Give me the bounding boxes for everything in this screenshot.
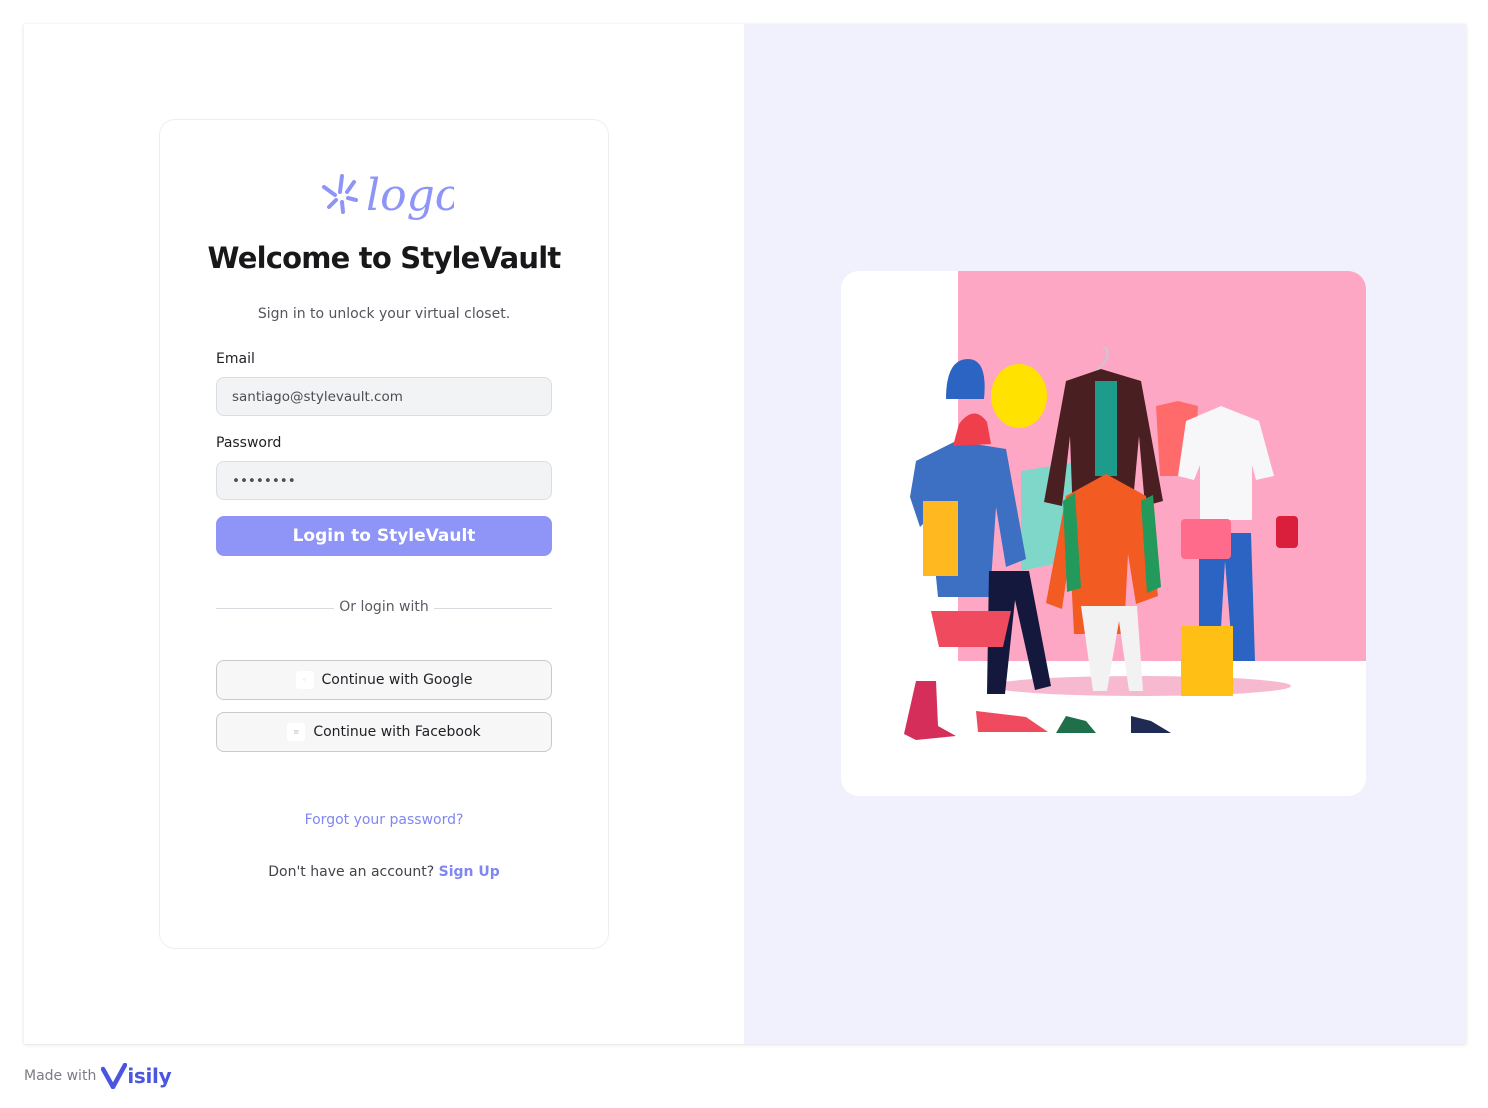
- google-button-label: Continue with Google: [321, 672, 473, 688]
- login-card: logo Welcome to StyleVault Sign in to un…: [159, 119, 609, 949]
- divider-line-right: [434, 608, 552, 609]
- divider-text: Or login with: [339, 599, 429, 615]
- page-title: Welcome to StyleVault: [207, 241, 562, 275]
- email-label: Email: [216, 351, 255, 367]
- yellow-shopping-bag: [1181, 626, 1233, 696]
- red-boots: [904, 681, 956, 740]
- yellow-bag: [923, 501, 958, 576]
- facebook-icon: ≡: [287, 723, 306, 741]
- visily-logo[interactable]: isily: [101, 1063, 172, 1089]
- clothes-rack-illustration: [904, 271, 1366, 740]
- no-account-text: Don't have an account?: [268, 864, 435, 880]
- illustration-pane: [744, 24, 1466, 1044]
- password-field[interactable]: [216, 461, 552, 500]
- blue-hat: [946, 359, 985, 399]
- footer: Made with isily: [24, 1063, 172, 1089]
- login-divider: Or login with: [216, 598, 552, 618]
- visily-v-icon: [101, 1063, 128, 1089]
- red-bag: [1276, 516, 1298, 548]
- logo-icon: logo: [322, 170, 454, 221]
- illustration-card: [841, 271, 1366, 796]
- green-sneakers: [1056, 716, 1096, 733]
- teal-shirt: [1095, 381, 1117, 476]
- login-button[interactable]: Login to StyleVault: [216, 516, 552, 556]
- visily-wordmark: isily: [127, 1064, 172, 1088]
- made-with-text: Made with: [24, 1068, 97, 1084]
- logo-wordmark: logo: [366, 170, 454, 221]
- google-icon: ◦: [295, 671, 314, 689]
- pink-bag: [1181, 519, 1231, 559]
- signup-link[interactable]: Sign Up: [439, 864, 500, 880]
- navy-sneakers: [1131, 716, 1171, 733]
- forgot-password-link[interactable]: Forgot your password?: [160, 812, 608, 828]
- signup-row: Don't have an account? Sign Up: [160, 864, 608, 880]
- red-basket: [931, 611, 1011, 647]
- email-field[interactable]: [216, 377, 552, 416]
- password-label: Password: [216, 435, 282, 451]
- page-subtitle: Sign in to unlock your virtual closet.: [257, 306, 511, 322]
- yellow-shape: [991, 364, 1047, 428]
- google-login-button[interactable]: ◦ Continue with Google: [216, 660, 552, 700]
- login-pane: logo Welcome to StyleVault Sign in to un…: [24, 24, 744, 1044]
- app-frame: logo Welcome to StyleVault Sign in to un…: [24, 24, 1466, 1044]
- facebook-button-label: Continue with Facebook: [313, 724, 481, 740]
- facebook-login-button[interactable]: ≡ Continue with Facebook: [216, 712, 552, 752]
- red-sneakers: [976, 711, 1048, 732]
